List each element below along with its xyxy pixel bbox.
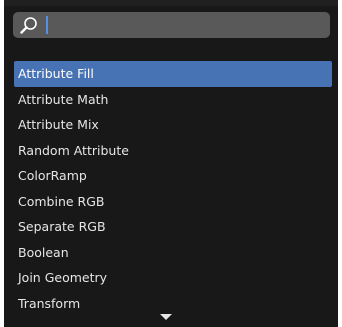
menu-item-attribute-fill[interactable]: Attribute Fill: [14, 61, 332, 87]
menu-item-combine-rgb[interactable]: Combine RGB: [14, 189, 332, 215]
node-list: Attribute Fill Attribute Math Attribute …: [14, 61, 332, 316]
menu-item-transform[interactable]: Transform: [14, 291, 332, 317]
menu-top-edge: [4, 0, 338, 6]
node-search-menu: Attribute Fill Attribute Math Attribute …: [4, 0, 338, 327]
search-input[interactable]: [13, 12, 330, 38]
menu-item-colorramp[interactable]: ColorRamp: [14, 163, 332, 189]
search-icon: [20, 17, 37, 34]
menu-item-attribute-mix[interactable]: Attribute Mix: [14, 112, 332, 138]
text-cursor: [46, 16, 48, 34]
menu-item-attribute-math[interactable]: Attribute Math: [14, 87, 332, 113]
menu-item-join-geometry[interactable]: Join Geometry: [14, 265, 332, 291]
menu-item-boolean[interactable]: Boolean: [14, 240, 332, 266]
chevron-down-icon[interactable]: [160, 314, 172, 320]
menu-item-separate-rgb[interactable]: Separate RGB: [14, 214, 332, 240]
menu-item-random-attribute[interactable]: Random Attribute: [14, 138, 332, 164]
